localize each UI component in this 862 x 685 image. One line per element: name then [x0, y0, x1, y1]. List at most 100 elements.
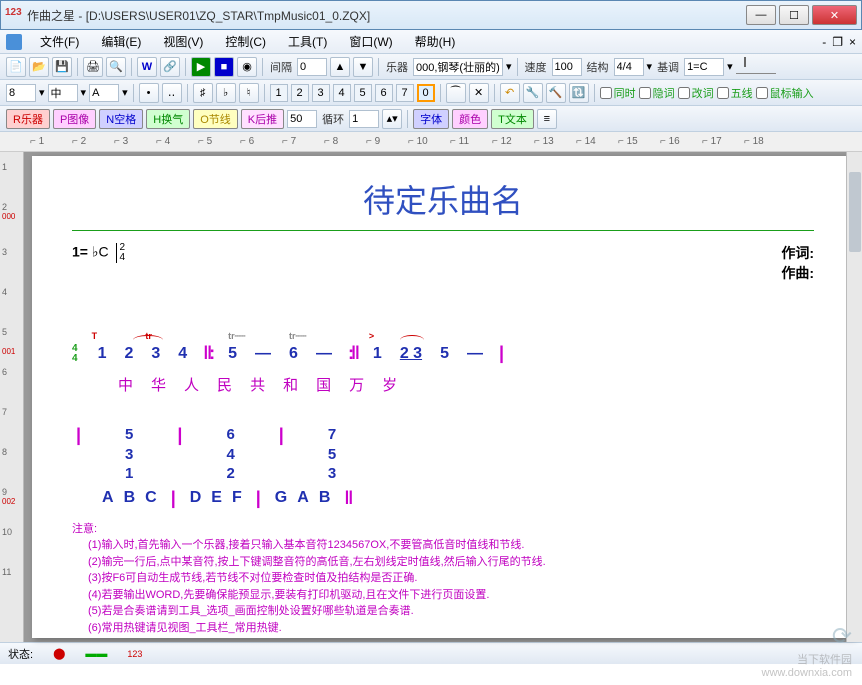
letter-note[interactable]: B	[124, 489, 136, 507]
song-title[interactable]: 待定乐曲名	[72, 176, 814, 222]
mouse-input-check[interactable]: 鼠标输入	[756, 85, 814, 101]
note[interactable]: tr3	[145, 345, 166, 363]
menu-edit[interactable]: 编辑(E)	[97, 31, 145, 52]
music-page[interactable]: 待定乐曲名 1= ♭C 24 作词: 作曲: 44 T1 2 tr3 4 ‖: …	[32, 156, 854, 638]
dropdown-icon[interactable]: ▾	[727, 60, 733, 73]
size-select[interactable]	[48, 84, 78, 102]
refresh-icon[interactable]: 🔃	[569, 83, 589, 103]
music-staff-line[interactable]: 44 T1 2 tr3 4 ‖: tr┄┄5 — tr┄┄6 — :‖ >1 2…	[72, 343, 814, 364]
lyric-char[interactable]: 国	[310, 374, 337, 395]
barline-button[interactable]: O节线	[193, 109, 238, 129]
key-signature[interactable]: 1= ♭C 24	[72, 243, 125, 283]
push-button[interactable]: K后推	[241, 109, 284, 129]
rest-dash[interactable]: —	[249, 345, 277, 363]
letter-note[interactable]: E	[211, 489, 222, 507]
note-2-button[interactable]: 2	[291, 84, 309, 102]
interval-down-icon[interactable]: ▼	[353, 57, 373, 77]
interval-input[interactable]	[297, 58, 327, 76]
note[interactable]: >1	[367, 345, 388, 363]
chord-note[interactable]: 5	[125, 425, 133, 445]
double-barline[interactable]: ‖:	[199, 343, 216, 364]
dropdown-icon[interactable]: ▾	[647, 60, 653, 73]
letter-line[interactable]: ABC|DEF|GAB‖	[72, 488, 814, 509]
note[interactable]: 2 3	[394, 345, 428, 363]
lyric-char[interactable]: 华	[145, 374, 172, 395]
font-button[interactable]: 字体	[413, 109, 449, 129]
preview-icon[interactable]: 🔍	[106, 57, 126, 77]
volume-slider[interactable]	[736, 60, 776, 74]
value-input[interactable]	[287, 110, 317, 128]
double-barline[interactable]: :‖	[344, 343, 361, 364]
menu-view[interactable]: 视图(V)	[159, 31, 207, 52]
note-6-button[interactable]: 6	[375, 84, 393, 102]
maximize-button[interactable]: ☐	[779, 5, 809, 25]
chord-note[interactable]: 2	[226, 464, 234, 484]
lyric-line[interactable]: 中华人民共和国万岁	[72, 374, 814, 395]
menu-tools[interactable]: 工具(T)	[284, 31, 331, 52]
letter-note[interactable]: C	[145, 489, 157, 507]
record-icon[interactable]: ◉	[237, 57, 257, 77]
word-export-icon[interactable]: W	[137, 57, 157, 77]
mdi-close-icon[interactable]: ×	[849, 35, 856, 49]
letter-note[interactable]: F	[232, 489, 242, 507]
lyric-char[interactable]: 人	[178, 374, 205, 395]
note-0-button[interactable]: 0	[417, 84, 435, 102]
minimize-button[interactable]: —	[746, 5, 776, 25]
lyric-char[interactable]: 万	[343, 374, 370, 395]
scroll-thumb[interactable]	[849, 172, 861, 252]
save-file-icon[interactable]: 💾	[52, 57, 72, 77]
note-5-button[interactable]: 5	[354, 84, 372, 102]
breath-button[interactable]: H换气	[146, 109, 190, 129]
simultaneous-check[interactable]: 同时	[600, 85, 636, 101]
text-button[interactable]: T文本	[491, 109, 534, 129]
loop-input[interactable]	[349, 110, 379, 128]
interval-up-icon[interactable]: ▲	[330, 57, 350, 77]
font-size-select[interactable]	[89, 84, 119, 102]
link-icon[interactable]: 🔗	[160, 57, 180, 77]
dot-icon[interactable]: •	[139, 83, 159, 103]
note[interactable]: tr┄┄5	[222, 345, 243, 363]
letter-note[interactable]: A	[102, 489, 114, 507]
tie-icon[interactable]: ⁀	[446, 83, 466, 103]
mdi-minimize-icon[interactable]: -	[822, 35, 826, 49]
octave-select[interactable]	[6, 84, 36, 102]
chord-note[interactable]: 4	[226, 445, 234, 465]
flat-icon[interactable]: ♭	[216, 83, 236, 103]
credits[interactable]: 作词: 作曲:	[781, 243, 814, 283]
note[interactable]: 2	[118, 345, 139, 363]
chord-column[interactable]: 531	[125, 425, 133, 484]
speed-input[interactable]	[552, 58, 582, 76]
chord-column[interactable]: 753	[328, 425, 336, 484]
lyric-char[interactable]: 和	[277, 374, 304, 395]
chord-note[interactable]: 3	[125, 445, 133, 465]
note[interactable]: 5	[434, 345, 455, 363]
chord-note[interactable]: 3	[328, 464, 336, 484]
note[interactable]: 4	[172, 345, 193, 363]
key-select[interactable]	[684, 58, 724, 76]
color-button[interactable]: 颜色	[452, 109, 488, 129]
note[interactable]: tr┄┄6	[283, 345, 304, 363]
menu-file[interactable]: 文件(F)	[36, 31, 83, 52]
letter-note[interactable]: D	[190, 489, 202, 507]
barline[interactable]: |	[495, 343, 508, 364]
sharp-icon[interactable]: ♯	[193, 83, 213, 103]
chord-note[interactable]: 5	[328, 445, 336, 465]
note-4-button[interactable]: 4	[333, 84, 351, 102]
close-button[interactable]: ✕	[812, 5, 857, 25]
letter-note[interactable]: G	[275, 489, 287, 507]
tool2-icon[interactable]: 🔨	[546, 83, 566, 103]
natural-icon[interactable]: ♮	[239, 83, 259, 103]
menu-help[interactable]: 帮助(H)	[411, 31, 460, 52]
staff-check[interactable]: 五线	[717, 85, 753, 101]
hide-lyrics-check[interactable]: 隐词	[639, 85, 675, 101]
play-icon[interactable]: ▶	[191, 57, 211, 77]
chord-column[interactable]: 642	[226, 425, 234, 484]
note[interactable]: T1	[92, 345, 113, 363]
structure-input[interactable]	[614, 58, 644, 76]
lyric-char[interactable]: 岁	[376, 374, 403, 395]
menu-window[interactable]: 窗口(W)	[345, 31, 396, 52]
instrument-button[interactable]: R乐器	[6, 109, 50, 129]
undo-icon[interactable]: ↶	[500, 83, 520, 103]
lyric-char[interactable]: 共	[244, 374, 271, 395]
x-icon[interactable]: ✕	[469, 83, 489, 103]
